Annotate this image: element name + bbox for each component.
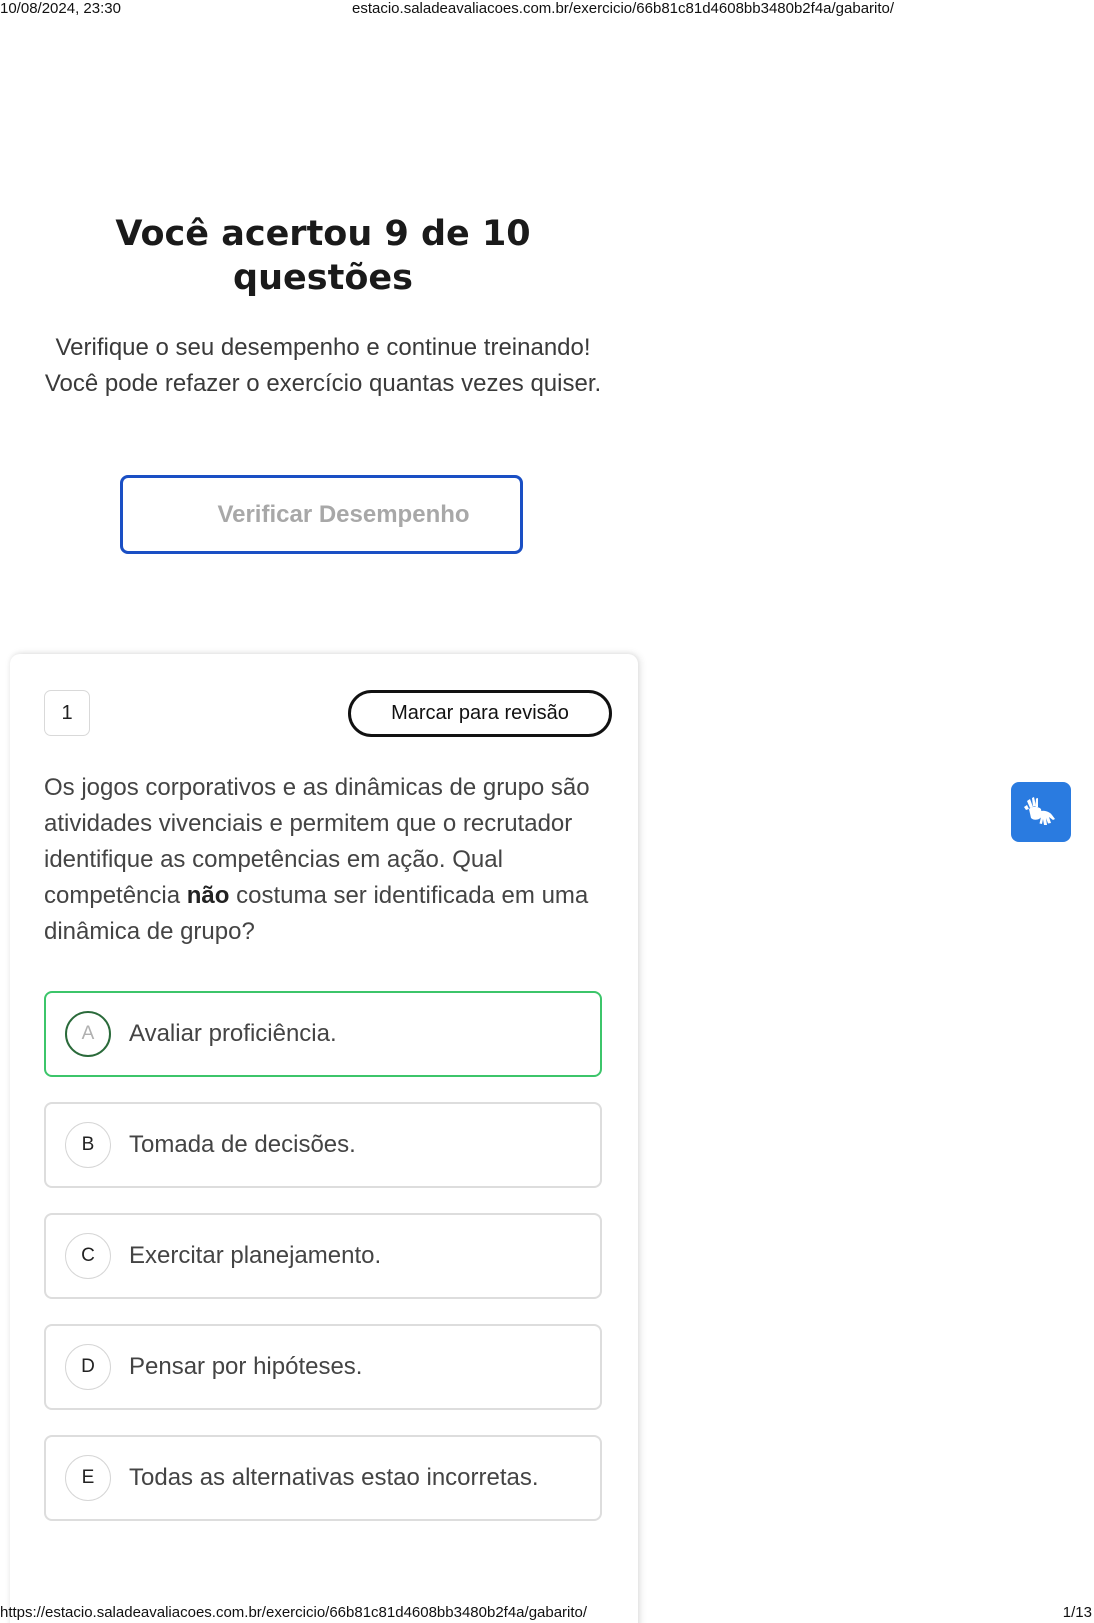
- option-b[interactable]: B Tomada de decisões.: [44, 1102, 602, 1188]
- option-e[interactable]: E Todas as alternativas estao incorretas…: [44, 1435, 602, 1521]
- option-letter: B: [65, 1122, 111, 1168]
- mark-for-review-button[interactable]: Marcar para revisão: [348, 690, 612, 737]
- option-text: Todas as alternativas estao incorretas.: [129, 1464, 539, 1491]
- print-datetime: 10/08/2024, 23:30: [0, 0, 121, 17]
- print-full-url: https://estacio.saladeavaliacoes.com.br/…: [0, 1604, 588, 1621]
- verify-performance-button[interactable]: Verificar Desempenho: [120, 475, 523, 554]
- sign-language-accessibility-button[interactable]: [1011, 782, 1071, 842]
- question-text: Os jogos corporativos e as dinâmicas de …: [44, 770, 614, 950]
- print-page-count: 1/13: [1062, 1604, 1092, 1621]
- option-text: Exercitar planejamento.: [129, 1242, 382, 1269]
- result-title: Você acertou 9 de 10 questões: [60, 212, 586, 300]
- option-a[interactable]: A Avaliar proficiência.: [44, 991, 602, 1077]
- result-title-line2: questões: [233, 258, 413, 298]
- option-text: Tomada de decisões.: [129, 1131, 356, 1158]
- option-letter: D: [65, 1344, 111, 1390]
- option-letter: E: [65, 1455, 111, 1501]
- question-text-bold: não: [186, 882, 230, 909]
- question-number: 1: [44, 690, 90, 736]
- print-page-url: estacio.saladeavaliacoes.com.br/exercici…: [352, 0, 895, 17]
- option-d[interactable]: D Pensar por hipóteses.: [44, 1324, 602, 1410]
- option-letter: A: [65, 1011, 111, 1057]
- question-card: 1 Marcar para revisão Os jogos corporati…: [10, 654, 638, 1623]
- option-text: Pensar por hipóteses.: [129, 1353, 363, 1380]
- result-title-line1: Você acertou 9 de 10: [115, 214, 531, 254]
- verify-performance-label: Verificar Desempenho: [217, 500, 470, 528]
- option-text: Avaliar proficiência.: [129, 1020, 337, 1047]
- result-subtitle: Verifique o seu desempenho e continue tr…: [44, 334, 602, 397]
- sign-language-icon: [1024, 797, 1055, 825]
- option-letter: C: [65, 1233, 111, 1279]
- option-c[interactable]: C Exercitar planejamento.: [44, 1213, 602, 1299]
